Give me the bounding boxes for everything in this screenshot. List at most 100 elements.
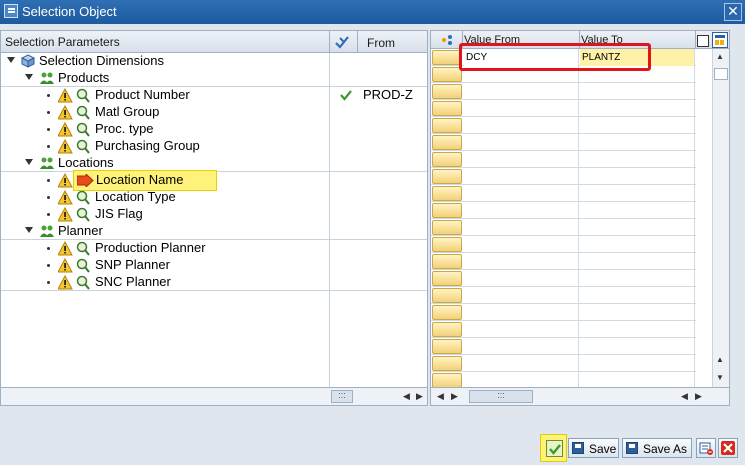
tree-horizontal-scrollbar[interactable]: ::: ◀ ▶ <box>1 387 427 405</box>
value-to-cell[interactable] <box>580 236 695 253</box>
table-row[interactable] <box>431 304 696 321</box>
row-selector[interactable] <box>432 152 462 167</box>
table-row[interactable] <box>431 321 696 338</box>
tree-item-location-type[interactable]: Location Type <box>1 189 427 206</box>
table-row[interactable] <box>431 83 696 100</box>
table-row[interactable] <box>431 168 696 185</box>
chevron-down-icon[interactable] <box>7 57 15 63</box>
tree-group-planner[interactable]: Planner <box>1 223 427 240</box>
row-selector[interactable] <box>432 237 462 252</box>
value-to-cell[interactable] <box>580 253 695 270</box>
value-from-cell[interactable] <box>464 338 579 355</box>
value-to-cell[interactable] <box>580 151 695 168</box>
value-to-cell[interactable] <box>580 219 695 236</box>
value-from-cell[interactable] <box>464 117 579 134</box>
row-selector[interactable] <box>432 186 462 201</box>
expand-icon[interactable] <box>334 34 350 50</box>
tree-root-row[interactable]: Selection Dimensions <box>1 53 427 70</box>
row-selector[interactable] <box>432 356 462 371</box>
tree-item-snc-planner[interactable]: SNC Planner <box>1 274 427 291</box>
value-from-cell[interactable] <box>464 219 579 236</box>
table-row[interactable] <box>431 338 696 355</box>
row-selector[interactable] <box>432 322 462 337</box>
row-selector[interactable] <box>432 288 462 303</box>
row-selector[interactable] <box>432 101 462 116</box>
scroll-right-icon[interactable]: ▶ <box>451 391 458 402</box>
table-row[interactable] <box>431 253 696 270</box>
value-to-cell[interactable] <box>580 168 695 185</box>
scroll-left-icon[interactable]: ◀ <box>437 391 444 402</box>
value-from-cell[interactable] <box>464 321 579 338</box>
row-selector[interactable] <box>432 373 462 388</box>
row-selector[interactable] <box>432 220 462 235</box>
scroll-down-icon[interactable]: ▼ <box>716 373 724 382</box>
confirm-button[interactable] <box>540 434 567 462</box>
table-row[interactable] <box>431 117 696 134</box>
scroll-thumb[interactable] <box>714 68 728 80</box>
row-selector[interactable] <box>432 118 462 133</box>
scroll-right-icon[interactable]: ▶ <box>695 391 702 402</box>
chevron-down-icon[interactable] <box>25 74 33 80</box>
value-to-cell[interactable] <box>580 185 695 202</box>
table-row[interactable] <box>431 236 696 253</box>
table-row[interactable] <box>431 355 696 372</box>
value-to-cell[interactable] <box>580 355 695 372</box>
table-row[interactable] <box>431 100 696 117</box>
value-from-cell[interactable] <box>464 151 579 168</box>
value-from-cell[interactable] <box>464 134 579 151</box>
row-selector[interactable] <box>432 84 462 99</box>
tree-item-matl-group[interactable]: Matl Group <box>1 104 427 121</box>
scroll-up-icon[interactable]: ▲ <box>716 355 724 364</box>
row-selector[interactable] <box>432 271 462 286</box>
row-selector[interactable] <box>432 254 462 269</box>
value-to-cell[interactable] <box>580 321 695 338</box>
scroll-left-icon[interactable]: ◀ <box>403 391 410 402</box>
value-from-cell[interactable] <box>464 355 579 372</box>
tree-item-proc-type[interactable]: Proc. type <box>1 121 427 138</box>
save-as-button[interactable]: Save As <box>622 438 692 458</box>
row-selector[interactable] <box>432 135 462 150</box>
table-row[interactable] <box>431 219 696 236</box>
value-from-cell[interactable] <box>464 236 579 253</box>
save-button[interactable]: Save <box>568 438 619 458</box>
copy-icon[interactable] <box>697 35 709 47</box>
value-from-cell[interactable] <box>464 287 579 304</box>
tree-item-production-planner[interactable]: Production Planner <box>1 240 427 257</box>
table-row[interactable] <box>431 151 696 168</box>
chevron-down-icon[interactable] <box>25 159 33 165</box>
value-from-cell[interactable] <box>464 185 579 202</box>
tree-item-jis-flag[interactable]: JIS Flag <box>1 206 427 223</box>
tree-item-product-number[interactable]: Product Number PROD-Z <box>1 87 427 104</box>
tree-item-purchasing-group[interactable]: Purchasing Group <box>1 138 427 155</box>
row-selector[interactable] <box>432 67 462 82</box>
settings-icon[interactable] <box>440 33 454 47</box>
row-selector[interactable] <box>432 203 462 218</box>
settings-icon[interactable] <box>712 32 728 48</box>
row-selector[interactable] <box>432 305 462 320</box>
table-horizontal-scrollbar[interactable]: ◀ ▶ ::: ◀ ▶ <box>431 387 729 405</box>
table-row[interactable] <box>431 185 696 202</box>
scroll-thumb[interactable]: ::: <box>331 390 353 403</box>
value-to-cell[interactable] <box>580 338 695 355</box>
value-to-cell[interactable] <box>580 83 695 100</box>
value-from-cell[interactable] <box>464 202 579 219</box>
tree-item-snp-planner[interactable]: SNP Planner <box>1 257 427 274</box>
scroll-thumb[interactable]: ::: <box>469 390 533 403</box>
table-vertical-scrollbar[interactable]: ▲ ▲ ▼ <box>712 49 729 389</box>
row-selector[interactable] <box>432 50 462 65</box>
cancel-button[interactable] <box>718 438 738 458</box>
row-selector[interactable] <box>432 339 462 354</box>
value-to-cell[interactable] <box>580 270 695 287</box>
delete-button[interactable] <box>696 438 716 458</box>
value-to-cell[interactable] <box>580 287 695 304</box>
scroll-up-icon[interactable]: ▲ <box>716 52 724 61</box>
table-row[interactable] <box>431 270 696 287</box>
value-from-cell[interactable] <box>464 253 579 270</box>
value-from-cell[interactable] <box>464 168 579 185</box>
value-to-cell[interactable] <box>580 304 695 321</box>
chevron-down-icon[interactable] <box>25 227 33 233</box>
value-from-cell[interactable] <box>464 100 579 117</box>
tree-item-location-name[interactable]: Location Name <box>1 170 427 191</box>
value-to-cell[interactable] <box>580 202 695 219</box>
close-icon[interactable]: ✕ <box>724 3 742 21</box>
